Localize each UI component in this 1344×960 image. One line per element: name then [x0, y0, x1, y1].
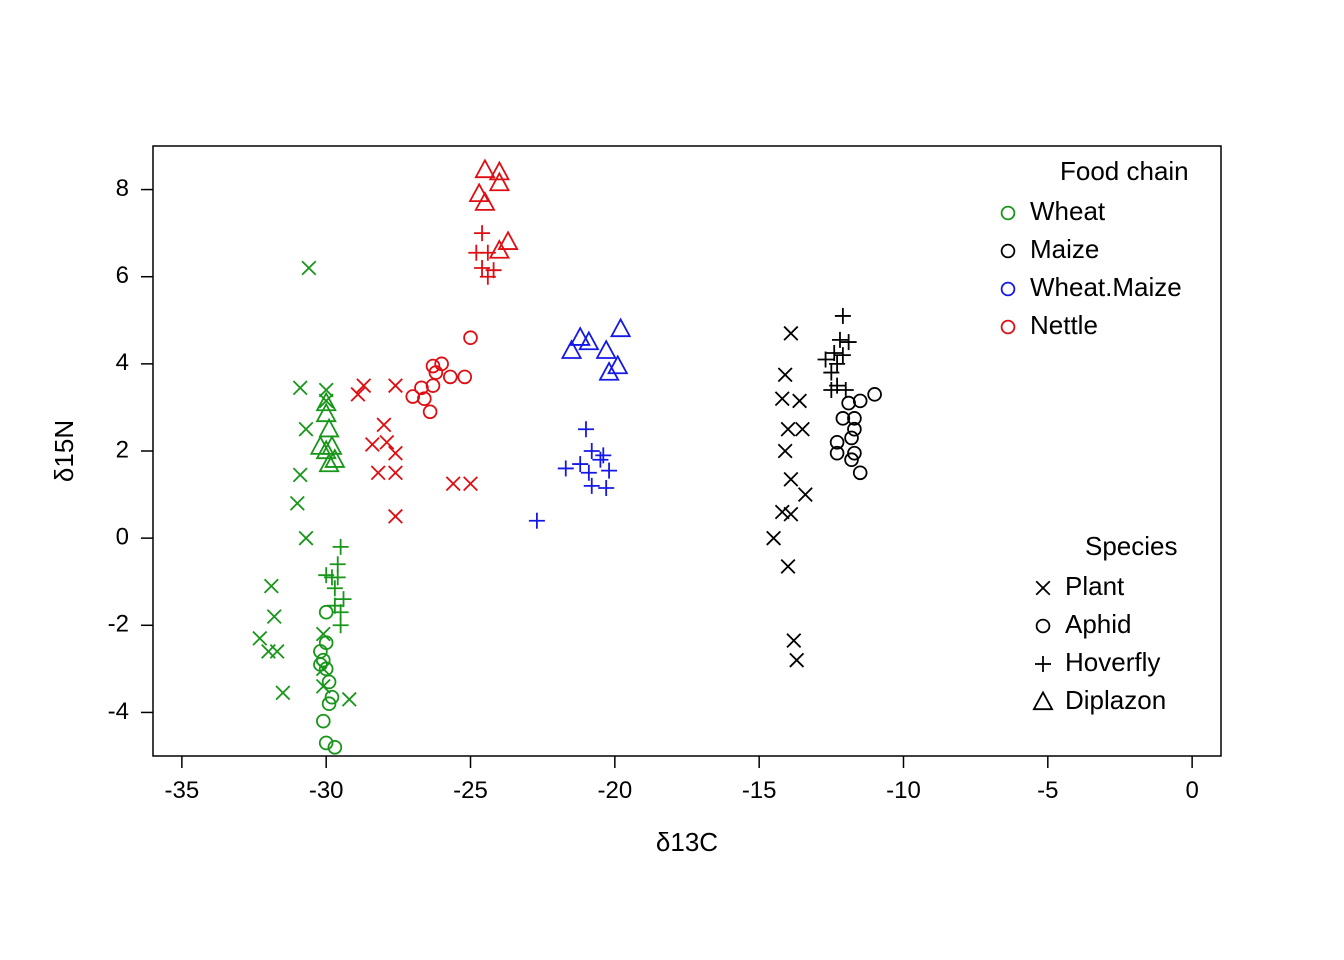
y-axis-title: δ15N	[49, 420, 79, 482]
legend-color-item: Maize	[1030, 234, 1099, 264]
legend-shape-item: Hoverfly	[1065, 647, 1160, 677]
x-tick-label: 0	[1185, 777, 1198, 804]
chart-svg: -35-30-25-20-15-10-50-4-202468δ13Cδ15NFo…	[0, 0, 1344, 960]
legend-shape-title: Species	[1085, 531, 1178, 561]
legend-shape-item: Diplazon	[1065, 685, 1166, 715]
legend-shape-item: Plant	[1065, 571, 1125, 601]
legend-color-item: Nettle	[1030, 310, 1098, 340]
x-tick-label: -35	[165, 777, 200, 804]
x-tick-label: -5	[1037, 777, 1058, 804]
x-tick-label: -30	[309, 777, 344, 804]
y-tick-label: 0	[116, 523, 129, 550]
y-tick-label: 8	[116, 175, 129, 202]
scatter-chart: -35-30-25-20-15-10-50-4-202468δ13Cδ15NFo…	[0, 0, 1344, 960]
legend-shape-item: Aphid	[1065, 609, 1132, 639]
x-tick-label: -25	[453, 777, 488, 804]
x-tick-label: -10	[886, 777, 921, 804]
y-tick-label: 2	[116, 436, 129, 463]
y-tick-label: 4	[116, 349, 129, 376]
x-axis-title: δ13C	[656, 827, 718, 857]
legend-color-item: Wheat.Maize	[1030, 272, 1182, 302]
legend-color-title: Food chain	[1060, 156, 1189, 186]
x-tick-label: -20	[597, 777, 632, 804]
x-tick-label: -15	[742, 777, 777, 804]
y-tick-label: 6	[116, 262, 129, 289]
y-tick-label: -2	[108, 611, 129, 638]
y-tick-label: -4	[108, 698, 129, 725]
legend-color-item: Wheat	[1030, 196, 1106, 226]
